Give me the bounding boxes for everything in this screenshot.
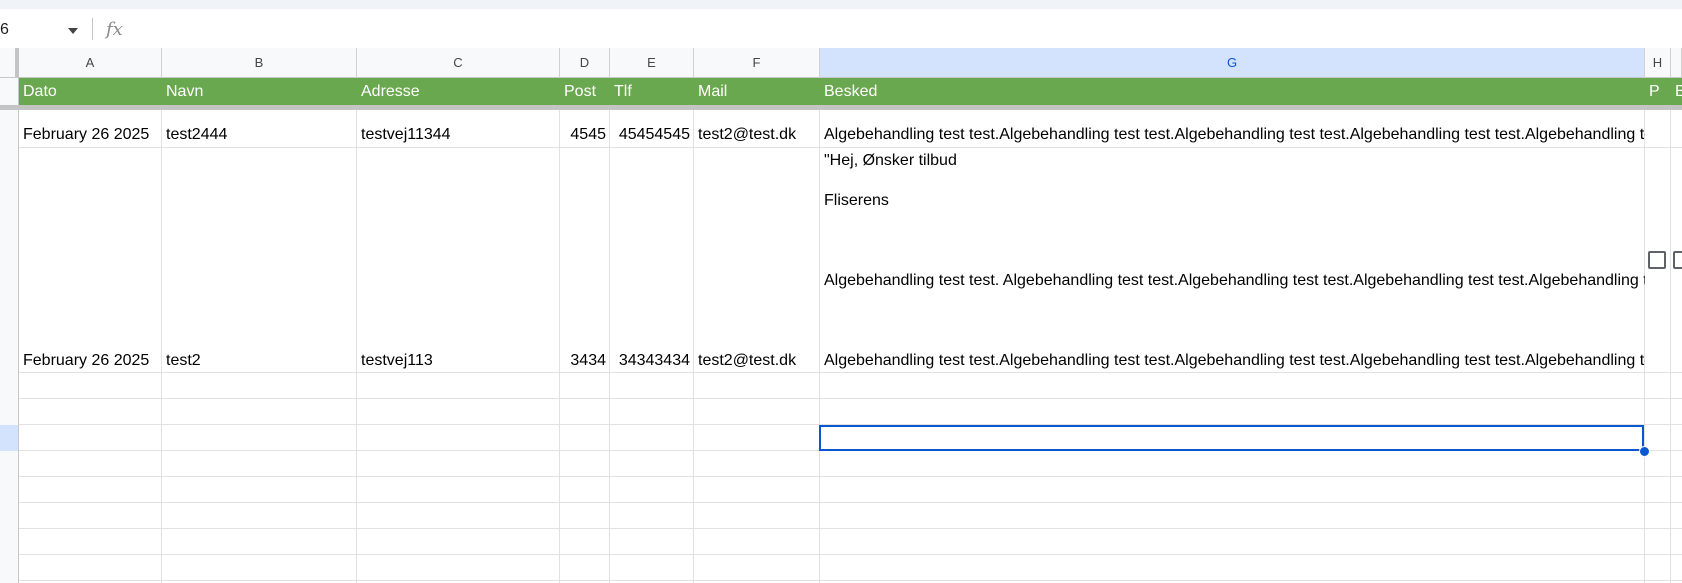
header-cell-h[interactable]: P xyxy=(1645,78,1671,106)
cell-adresse[interactable]: testvej11344 xyxy=(357,125,560,145)
cell-besked-line[interactable]: Algebehandling test test. Algebehandling… xyxy=(820,271,1645,291)
cell-besked-line[interactable]: "Hej, Ønsker tilbud xyxy=(820,151,1645,171)
grid-line xyxy=(19,398,1682,399)
checkbox-h[interactable] xyxy=(1648,251,1666,269)
header-cell-dato[interactable]: Dato xyxy=(19,78,162,106)
window-top-strip xyxy=(0,0,1682,9)
row-header-5[interactable] xyxy=(0,399,19,425)
cell-navn[interactable]: test2 xyxy=(162,351,357,371)
column-header-d[interactable]: D xyxy=(560,48,610,78)
cell-mail[interactable]: test2@test.dk xyxy=(694,351,820,371)
row-header-3[interactable] xyxy=(0,148,19,373)
formula-bar: 6 fx xyxy=(0,9,1682,49)
header-cell-navn[interactable]: Navn xyxy=(162,78,357,106)
row-header-9[interactable] xyxy=(0,503,19,529)
column-header-g[interactable]: G xyxy=(820,48,1645,78)
grid-line xyxy=(19,372,1682,373)
header-cell-tlf[interactable]: Tlf xyxy=(610,78,694,106)
header-cell-i[interactable]: B xyxy=(1671,78,1682,106)
select-all-corner[interactable] xyxy=(0,48,19,78)
grid-line xyxy=(19,147,1682,148)
grid-line xyxy=(819,110,820,583)
cell-besked[interactable]: Algebehandling test test.Algebehandling … xyxy=(820,125,1645,145)
grid-line xyxy=(609,110,610,583)
cell-adresse[interactable]: testvej113 xyxy=(357,351,560,371)
row-header-4[interactable] xyxy=(0,373,19,399)
column-header-h[interactable]: H xyxy=(1645,48,1671,78)
row-header-1[interactable] xyxy=(0,78,19,106)
header-cell-besked[interactable]: Besked xyxy=(820,78,1645,106)
checkbox-i[interactable] xyxy=(1673,251,1682,269)
active-cell-selection[interactable] xyxy=(819,425,1644,451)
row-header-11[interactable] xyxy=(0,555,19,583)
grid-line xyxy=(559,110,560,583)
grid-line xyxy=(19,580,1682,581)
grid-line xyxy=(19,502,1682,503)
cell-besked-line[interactable]: Fliserens xyxy=(820,191,1645,211)
cell-dato[interactable]: February 26 2025 xyxy=(19,125,162,145)
header-cell-post[interactable]: Post xyxy=(560,78,610,106)
fx-icon: fx xyxy=(106,19,123,40)
column-header-e[interactable]: E xyxy=(610,48,694,78)
cell-navn[interactable]: test2444 xyxy=(162,125,357,145)
row-header-7[interactable] xyxy=(0,451,19,477)
cell-post[interactable]: 3434 xyxy=(560,351,610,371)
header-cell-mail[interactable]: Mail xyxy=(694,78,820,106)
row-header-2[interactable] xyxy=(0,110,19,148)
row-header-8[interactable] xyxy=(0,477,19,503)
grid-line xyxy=(19,476,1682,477)
row-header-6[interactable] xyxy=(0,425,19,451)
grid-line xyxy=(1670,110,1671,583)
header-cell-adresse[interactable]: Adresse xyxy=(357,78,560,106)
name-box[interactable]: 6 xyxy=(0,21,9,39)
fill-handle[interactable] xyxy=(1639,446,1650,457)
cell-besked-line[interactable]: Algebehandling test test.Algebehandling … xyxy=(820,351,1645,371)
column-header-f[interactable]: F xyxy=(694,48,820,78)
cell-mail[interactable]: test2@test.dk xyxy=(694,125,820,145)
formula-bar-divider xyxy=(92,18,93,40)
grid-line xyxy=(19,528,1682,529)
grid-line xyxy=(693,110,694,583)
cell-post[interactable]: 4545 xyxy=(560,125,610,145)
cell-tlf[interactable]: 34343434 xyxy=(610,351,694,371)
grid-line xyxy=(19,554,1682,555)
cell-dato[interactable]: February 26 2025 xyxy=(19,351,162,371)
cell-tlf[interactable]: 45454545 xyxy=(610,125,694,145)
row-header-10[interactable] xyxy=(0,529,19,555)
grid-line xyxy=(1644,110,1645,583)
frozen-row-divider[interactable] xyxy=(0,105,1682,110)
grid-line xyxy=(356,110,357,583)
column-header-b[interactable]: B xyxy=(162,48,357,78)
grid-line xyxy=(161,110,162,583)
name-box-dropdown-icon[interactable] xyxy=(68,28,78,34)
column-header-c[interactable]: C xyxy=(357,48,560,78)
column-header-i[interactable] xyxy=(1671,48,1682,78)
column-header-a[interactable]: A xyxy=(19,48,162,78)
